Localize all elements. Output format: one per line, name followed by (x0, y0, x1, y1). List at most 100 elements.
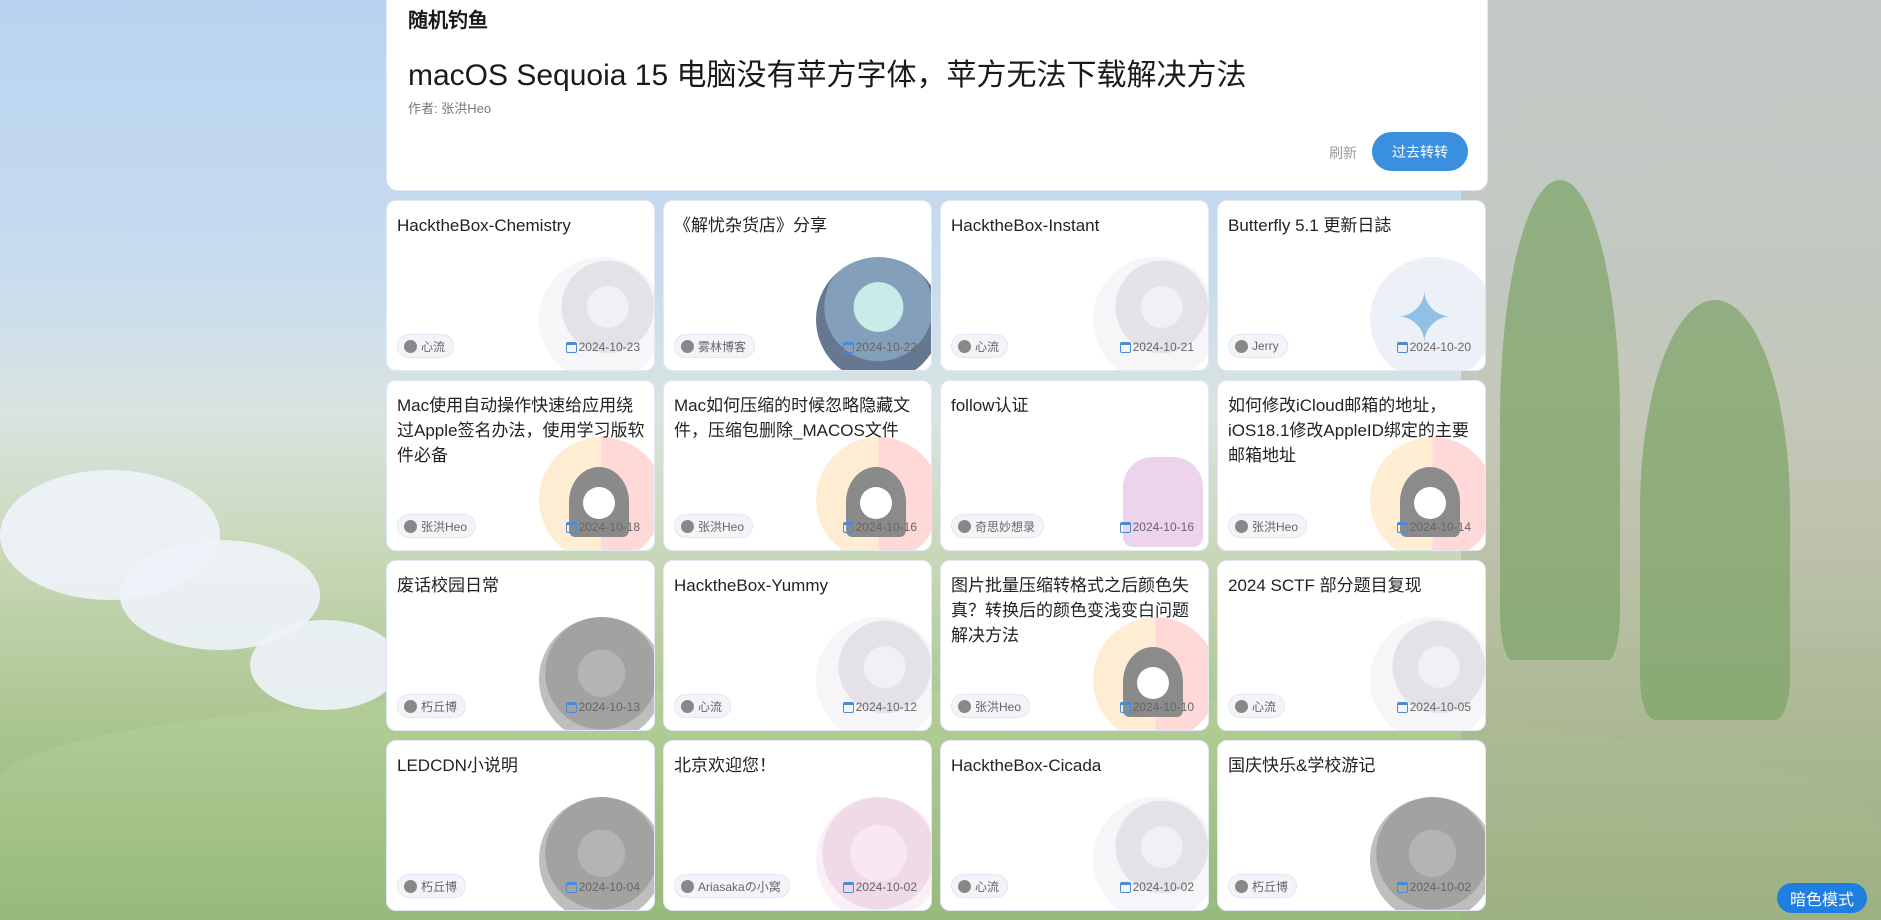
calendar-icon (842, 341, 854, 353)
background-tree (1640, 300, 1790, 720)
post-card-title[interactable]: HacktheBox-Yummy (674, 573, 924, 598)
post-card-title[interactable]: LEDCDN小说明 (397, 753, 647, 778)
post-date: 2024-10-05 (1396, 700, 1471, 714)
post-card[interactable]: HacktheBox-Cicada 心流 2024-10-02 (940, 740, 1209, 911)
author-badge[interactable]: 张洪Heo (674, 514, 754, 538)
author-name: 朽丘博 (421, 699, 458, 714)
author-badge[interactable]: 奇思妙想录 (951, 514, 1045, 538)
post-card-title[interactable]: 国庆快乐&学校游记 (1228, 753, 1478, 778)
post-date: 2024-10-10 (1119, 700, 1194, 714)
post-card-title[interactable]: 如何修改iCloud邮箱的地址，iOS18.1修改AppleID绑定的主要邮箱地… (1228, 393, 1478, 468)
post-card-title[interactable]: Mac使用自动操作快速给应用绕过Apple签名办法，使用学习版软件必备 (397, 393, 647, 468)
refresh-button[interactable]: 刷新 (1329, 143, 1357, 163)
post-date: 2024-10-16 (842, 520, 917, 534)
post-card-title[interactable]: 北京欢迎您！ (674, 753, 924, 778)
post-card-title[interactable]: 废话校园日常 (397, 573, 647, 598)
post-card[interactable]: 2024 SCTF 部分题目复现心流 2024-10-05 (1217, 560, 1486, 731)
post-card[interactable]: 如何修改iCloud邮箱的地址，iOS18.1修改AppleID绑定的主要邮箱地… (1217, 380, 1486, 551)
author-name: 朽丘博 (421, 879, 458, 894)
post-date: 2024-10-14 (1396, 520, 1471, 534)
post-card[interactable]: Mac如何压缩的时候忽略隐藏文件，压缩包删除_MACOS文件张洪Heo 2024-… (663, 380, 932, 551)
calendar-icon (842, 701, 854, 713)
post-date: 2024-10-13 (565, 700, 640, 714)
post-card-title[interactable]: follow认证 (951, 393, 1201, 418)
post-date: 2024-10-20 (1396, 340, 1471, 354)
author-name: 奇思妙想录 (975, 519, 1036, 534)
author-name: 张洪Heo (975, 699, 1022, 714)
post-card-title[interactable]: Butterfly 5.1 更新日誌 (1228, 213, 1478, 238)
author-avatar-icon (1235, 519, 1248, 533)
author-avatar-icon (404, 879, 417, 893)
post-date-text: 2024-10-16 (855, 520, 917, 534)
author-name: 朽丘博 (1252, 879, 1289, 894)
post-card[interactable]: Mac使用自动操作快速给应用绕过Apple签名办法，使用学习版软件必备张洪Heo… (386, 380, 655, 551)
author-badge[interactable]: 张洪Heo (397, 514, 477, 538)
calendar-icon (842, 521, 854, 533)
author-badge[interactable]: 心流 (1228, 694, 1286, 718)
author-avatar-icon (681, 339, 694, 353)
author-badge[interactable]: 朽丘博 (1228, 874, 1298, 898)
post-card-title[interactable]: HacktheBox-Instant (951, 213, 1201, 238)
post-card[interactable]: 国庆快乐&学校游记朽丘博 2024-10-02 (1217, 740, 1486, 911)
author-badge[interactable]: 心流 (397, 334, 455, 358)
post-card[interactable]: 北京欢迎您！ Ariasakaの小窝 2024-10-02 (663, 740, 932, 911)
post-card[interactable]: 《解忧杂货店》分享 雾林博客 2024-10-22 (663, 200, 932, 371)
post-date-text: 2024-10-02 (855, 880, 917, 894)
calendar-icon (1119, 341, 1131, 353)
author-avatar-icon (958, 519, 971, 533)
post-card[interactable]: HacktheBox-Chemistry 心流 2024-10-23 (386, 200, 655, 371)
post-card[interactable]: follow认证奇思妙想录 2024-10-16 (940, 380, 1209, 551)
post-card-title[interactable]: 2024 SCTF 部分题目复现 (1228, 573, 1478, 598)
calendar-icon (842, 881, 854, 893)
post-date: 2024-10-18 (565, 520, 640, 534)
author-avatar-icon (681, 699, 694, 713)
post-card-title[interactable]: HacktheBox-Chemistry (397, 213, 647, 238)
author-avatar-icon (958, 699, 971, 713)
author-name: 心流 (421, 339, 446, 354)
author-badge[interactable]: 朽丘博 (397, 694, 467, 718)
post-card[interactable]: 废话校园日常朽丘博 2024-10-13 (386, 560, 655, 731)
author-badge[interactable]: 张洪Heo (951, 694, 1031, 718)
post-date-text: 2024-10-02 (1409, 880, 1471, 894)
post-date-text: 2024-10-21 (1132, 340, 1194, 354)
background-cloud (0, 470, 220, 600)
author-badge[interactable]: 朽丘博 (397, 874, 467, 898)
panel-title: 随机钓鱼 (408, 10, 488, 32)
post-card-title[interactable]: 《解忧杂货店》分享 (674, 213, 924, 238)
author-avatar-icon (681, 879, 694, 893)
calendar-icon (565, 341, 577, 353)
author-badge[interactable]: 心流 (951, 874, 1009, 898)
background-tree (1500, 180, 1620, 660)
post-card-title[interactable]: Mac如何压缩的时候忽略隐藏文件，压缩包删除_MACOS文件 (674, 393, 924, 443)
go-visit-button[interactable]: 过去转转 (1372, 132, 1468, 171)
post-date-text: 2024-10-04 (578, 880, 640, 894)
random-post-title-link[interactable]: macOS Sequoia 15 电脑没有苹方字体，苹方无法下载解决方法 (408, 50, 1247, 94)
author-avatar-icon (1235, 879, 1248, 893)
author-name: Jerry (1252, 339, 1279, 353)
author-name: 心流 (1252, 699, 1277, 714)
post-date-text: 2024-10-10 (1132, 700, 1194, 714)
author-avatar-icon (404, 699, 417, 713)
dark-mode-toggle[interactable]: 暗色模式 (1777, 883, 1867, 913)
random-post-author: 作者: 张洪Heo (408, 101, 492, 116)
post-date-text: 2024-10-23 (578, 340, 640, 354)
author-badge[interactable]: 张洪Heo (1228, 514, 1308, 538)
post-card-title[interactable]: 图片批量压缩转格式之后颜色失真？转换后的颜色变浅变白问题解决方法 (951, 573, 1201, 648)
post-date: 2024-10-02 (1119, 880, 1194, 894)
post-card[interactable]: HacktheBox-Instant 心流 2024-10-21 (940, 200, 1209, 371)
author-badge[interactable]: Ariasakaの小窝 (674, 874, 790, 898)
post-date-text: 2024-10-13 (578, 700, 640, 714)
background-cloud (120, 540, 320, 650)
post-card-title[interactable]: HacktheBox-Cicada (951, 753, 1201, 778)
calendar-icon (1119, 701, 1131, 713)
author-badge[interactable]: 心流 (674, 694, 732, 718)
post-date: 2024-10-16 (1119, 520, 1194, 534)
post-card[interactable]: HacktheBox-Yummy 心流 2024-10-12 (663, 560, 932, 731)
post-card[interactable]: LEDCDN小说明朽丘博 2024-10-04 (386, 740, 655, 911)
post-date: 2024-10-23 (565, 340, 640, 354)
author-badge[interactable]: 心流 (951, 334, 1009, 358)
author-badge[interactable]: 雾林博客 (674, 334, 756, 358)
post-card[interactable]: Butterfly 5.1 更新日誌 Jerry 2024-10-20 (1217, 200, 1486, 371)
post-card[interactable]: 图片批量压缩转格式之后颜色失真？转换后的颜色变浅变白问题解决方法张洪Heo 202… (940, 560, 1209, 731)
author-badge[interactable]: Jerry (1228, 334, 1288, 358)
